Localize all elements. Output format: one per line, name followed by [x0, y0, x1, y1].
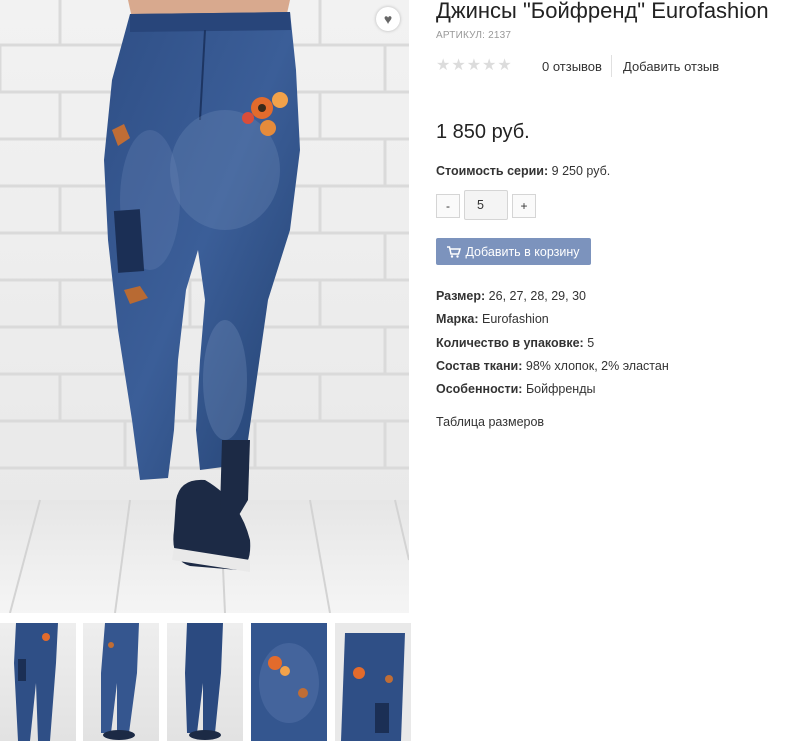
thumbnail-3[interactable]	[167, 623, 243, 741]
rating-stars[interactable]: ★ ★ ★ ★ ★	[436, 57, 512, 75]
series-cost-value: 9 250 руб.	[551, 164, 611, 178]
thumbnail-2[interactable]	[83, 623, 159, 741]
series-cost: Стоимость серии: 9 250 руб.	[436, 164, 610, 178]
add-review-link[interactable]: Добавить отзыв	[623, 59, 719, 74]
spec-fabric: Состав ткани: 98% хлопок, 2% эластан	[436, 359, 669, 382]
spec-pack-quantity: Количество в упаковке: 5	[436, 336, 669, 359]
divider	[611, 55, 612, 77]
star-icon[interactable]: ★	[482, 57, 496, 75]
spec-label: Размер:	[436, 289, 486, 303]
quantity-input[interactable]: 5	[464, 190, 508, 220]
spec-label: Состав ткани:	[436, 358, 523, 373]
star-icon[interactable]: ★	[497, 57, 511, 75]
product-main-image[interactable]: ♥	[0, 0, 409, 613]
thumbnail-jeans-image	[185, 623, 223, 740]
favorite-button[interactable]: ♥	[376, 7, 400, 31]
thumbnail-4[interactable]	[251, 623, 327, 741]
add-to-cart-label: Добавить в корзину	[465, 244, 580, 259]
spec-value: 98% хлопок, 2% эластан	[525, 358, 669, 373]
star-icon[interactable]: ★	[467, 57, 481, 75]
reviews-count-link[interactable]: 0 отзывов	[542, 59, 602, 74]
star-icon[interactable]: ★	[436, 57, 450, 75]
spec-size: Размер: 26, 27, 28, 29, 30	[436, 289, 669, 312]
product-specs: Размер: 26, 27, 28, 29, 30 Марка: Eurofa…	[436, 289, 669, 405]
thumbnail-5[interactable]	[335, 623, 411, 741]
cart-icon	[447, 245, 462, 258]
spec-brand: Марка: Eurofashion	[436, 312, 669, 335]
thumbnail-1[interactable]	[0, 623, 76, 741]
spec-label: Особенности:	[436, 382, 523, 397]
spec-label: Количество в упаковке:	[436, 335, 584, 350]
add-to-cart-button[interactable]: Добавить в корзину	[436, 238, 591, 265]
thumbnail-jeans-image	[14, 623, 58, 741]
heart-icon: ♥	[383, 11, 393, 27]
thumbnail-jeans-image	[101, 623, 139, 740]
size-table-link[interactable]: Таблица размеров	[436, 415, 544, 429]
star-icon[interactable]: ★	[451, 57, 465, 75]
spec-features: Особенности: Бойфренды	[436, 382, 669, 405]
spec-value: 26, 27, 28, 29, 30	[488, 289, 586, 303]
spec-label: Марка:	[436, 312, 479, 327]
quantity-decrease-button[interactable]: -	[436, 194, 460, 218]
spec-value: 5	[587, 335, 595, 350]
series-cost-label: Стоимость серии:	[436, 164, 549, 178]
spec-value: Бойфренды	[525, 382, 596, 397]
product-title: Джинсы "Бойфренд" Eurofashion	[436, 0, 769, 23]
thumbnail-strip	[0, 623, 412, 741]
spec-value: Eurofashion	[482, 312, 549, 327]
jeans-photo-illustration	[0, 0, 409, 613]
thumbnail-jeans-image	[251, 623, 327, 741]
product-sku: АРТИКУЛ: 2137	[436, 30, 512, 41]
quantity-increase-button[interactable]: +	[512, 194, 536, 218]
product-price: 1 850 руб.	[436, 121, 530, 143]
thumbnail-jeans-image	[335, 623, 411, 741]
